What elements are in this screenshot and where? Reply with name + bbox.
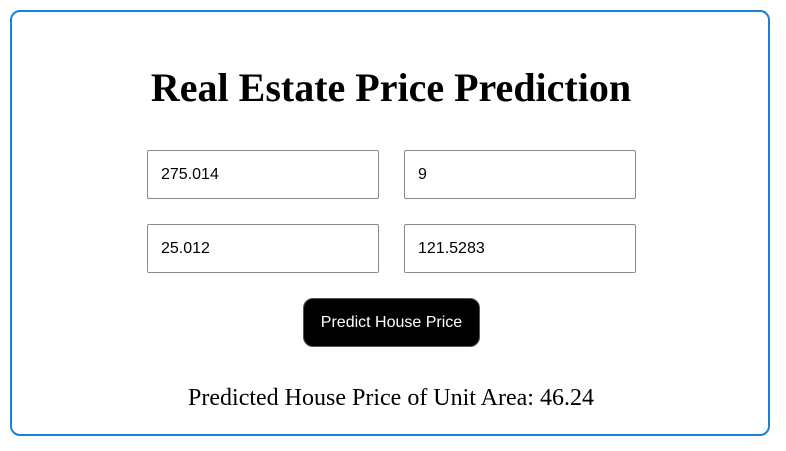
predict-house-price-button[interactable]: Predict House Price [303,298,480,347]
feature-input-4[interactable] [404,224,636,273]
feature-input-3[interactable] [147,224,379,273]
feature-input-2[interactable] [404,150,636,199]
prediction-result: Predicted House Price of Unit Area: 46.2… [188,385,594,411]
page-title: Real Estate Price Prediction [150,65,632,110]
feature-input-1[interactable] [147,150,379,199]
